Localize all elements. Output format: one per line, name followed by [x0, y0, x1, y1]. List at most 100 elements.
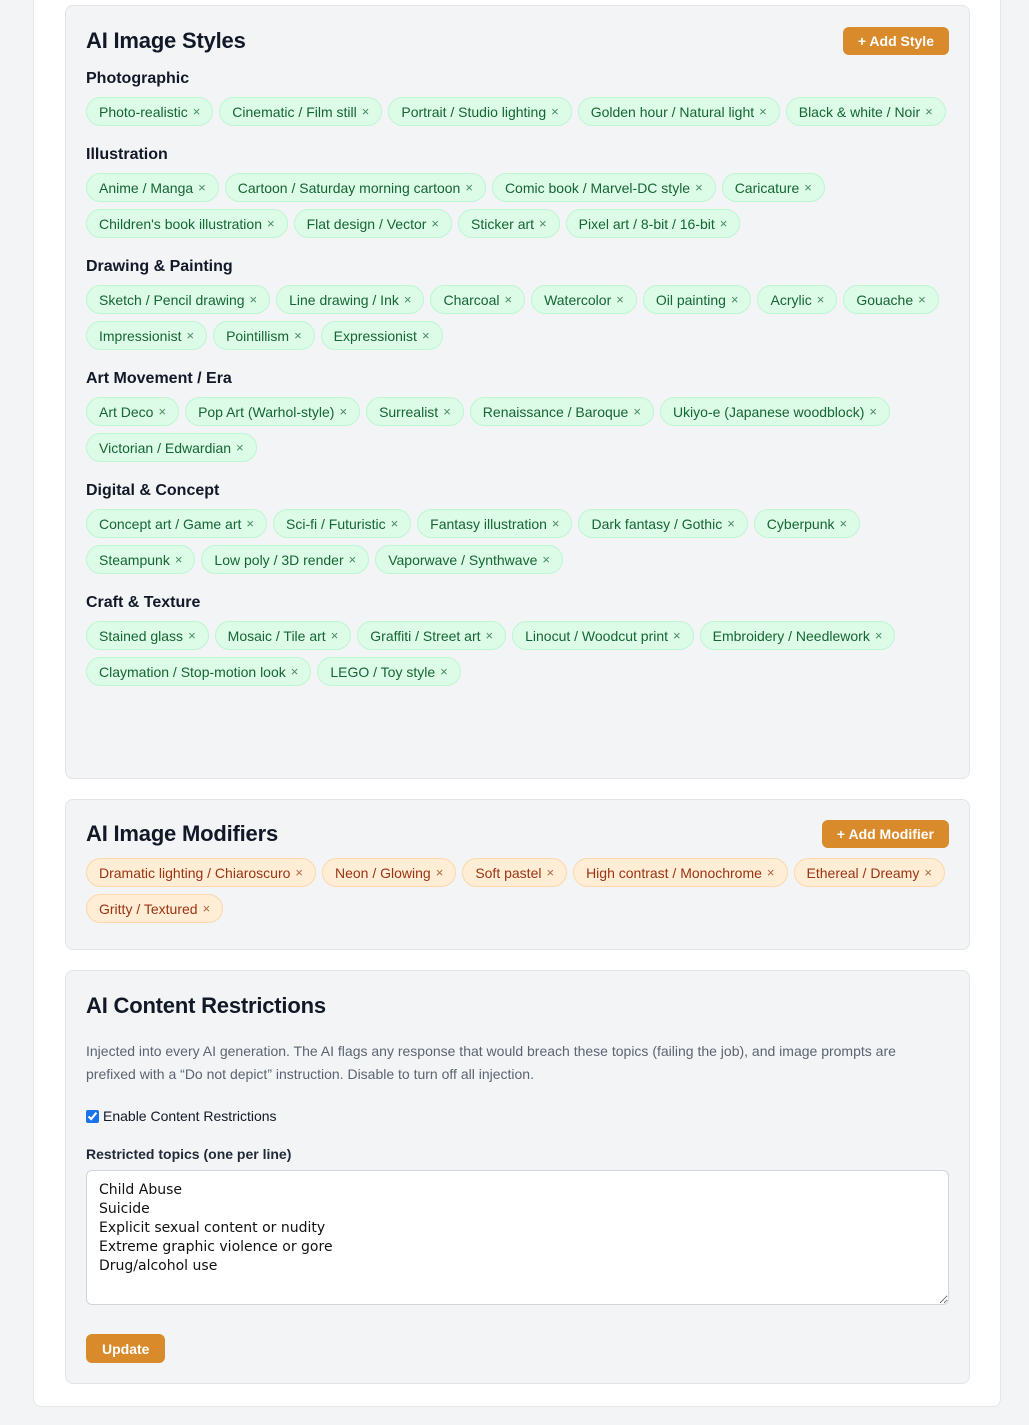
- remove-style-icon[interactable]: ×: [331, 628, 339, 643]
- style-tag: Renaissance / Baroque ×: [469, 397, 654, 426]
- remove-style-icon[interactable]: ×: [339, 404, 347, 419]
- add-style-button[interactable]: + Add Style: [842, 27, 949, 55]
- remove-style-icon[interactable]: ×: [539, 216, 547, 231]
- modifier-tag: Ethereal / Dreamy ×: [793, 858, 945, 887]
- remove-style-icon[interactable]: ×: [504, 292, 512, 307]
- style-tag-list: Anime / Manga × Cartoon / Saturday morning…: [86, 173, 949, 244]
- remove-style-icon[interactable]: ×: [236, 440, 244, 455]
- remove-style-icon[interactable]: ×: [875, 628, 883, 643]
- style-group: Craft & Texture Stained glass × Mosaic / Ti…: [86, 592, 949, 692]
- remove-style-icon[interactable]: ×: [443, 404, 451, 419]
- style-tag: Sticker art ×: [458, 209, 560, 238]
- remove-style-icon[interactable]: ×: [552, 516, 560, 531]
- remove-style-icon[interactable]: ×: [404, 292, 412, 307]
- remove-style-icon[interactable]: ×: [391, 516, 399, 531]
- remove-style-icon[interactable]: ×: [486, 628, 494, 643]
- restricted-topics-textarea[interactable]: [86, 1170, 949, 1305]
- remove-style-icon[interactable]: ×: [551, 104, 559, 119]
- enable-restrictions-checkbox[interactable]: [86, 1109, 99, 1123]
- style-tag: Concept art / Game art ×: [86, 509, 267, 538]
- style-tag-label: Graffiti / Street art: [370, 627, 481, 644]
- remove-style-icon[interactable]: ×: [267, 216, 275, 231]
- remove-style-icon[interactable]: ×: [440, 664, 448, 679]
- remove-style-icon[interactable]: ×: [918, 292, 926, 307]
- remove-style-icon[interactable]: ×: [695, 180, 703, 195]
- remove-style-icon[interactable]: ×: [158, 404, 166, 419]
- style-tag: Oil painting ×: [642, 285, 752, 314]
- remove-style-icon[interactable]: ×: [246, 516, 254, 531]
- remove-style-icon[interactable]: ×: [431, 216, 439, 231]
- style-tag-label: Mosaic / Tile art: [227, 627, 326, 644]
- remove-style-icon[interactable]: ×: [349, 552, 357, 567]
- remove-style-icon[interactable]: ×: [731, 292, 739, 307]
- remove-style-icon[interactable]: ×: [186, 328, 194, 343]
- remove-modifier-icon[interactable]: ×: [436, 865, 444, 880]
- remove-style-icon[interactable]: ×: [817, 292, 825, 307]
- remove-modifier-icon[interactable]: ×: [295, 865, 303, 880]
- style-group-title: Craft & Texture: [86, 594, 201, 611]
- remove-style-icon[interactable]: ×: [727, 516, 735, 531]
- remove-style-icon[interactable]: ×: [294, 328, 302, 343]
- style-tag-label: Vaporwave / Synthwave: [388, 551, 538, 568]
- style-tag: Claymation / Stop-motion look ×: [86, 657, 312, 686]
- remove-style-icon[interactable]: ×: [198, 180, 206, 195]
- add-modifier-button[interactable]: + Add Modifier: [821, 820, 949, 848]
- remove-style-icon[interactable]: ×: [188, 628, 196, 643]
- remove-style-icon[interactable]: ×: [720, 216, 728, 231]
- enable-restrictions-row[interactable]: Enable Content Restrictions: [86, 1106, 949, 1126]
- style-tag: Sci-fi / Futuristic ×: [273, 509, 412, 538]
- style-tag: Sketch / Pencil drawing ×: [86, 285, 271, 314]
- style-tag-label: Watercolor: [544, 291, 612, 308]
- remove-style-icon[interactable]: ×: [633, 404, 641, 419]
- remove-style-icon[interactable]: ×: [673, 628, 681, 643]
- style-tag-label: Dark fantasy / Gothic: [591, 515, 723, 532]
- remove-style-icon[interactable]: ×: [291, 664, 299, 679]
- image-modifiers-header: AI Image Modifiers + Add Modifier: [86, 820, 949, 848]
- remove-style-icon[interactable]: ×: [759, 104, 767, 119]
- style-tag: Acrylic ×: [757, 285, 838, 314]
- remove-style-icon[interactable]: ×: [465, 180, 473, 195]
- style-tag-label: Charcoal: [443, 291, 500, 308]
- remove-style-icon[interactable]: ×: [250, 292, 258, 307]
- style-tag-label: Sticker art: [471, 215, 535, 232]
- style-tag-label: Black & white / Noir: [798, 103, 921, 120]
- remove-style-icon[interactable]: ×: [193, 104, 201, 119]
- style-tag-label: Claymation / Stop-motion look: [99, 663, 286, 680]
- style-tag-label: Embroidery / Needlework: [712, 627, 870, 644]
- style-tag-label: Photo-realistic: [99, 103, 188, 120]
- style-group-title: Drawing & Painting: [86, 258, 233, 275]
- style-tag: Vaporwave / Synthwave ×: [375, 545, 563, 574]
- remove-modifier-icon[interactable]: ×: [924, 865, 932, 880]
- style-tag: Portrait / Studio lighting ×: [388, 97, 572, 126]
- remove-modifier-icon[interactable]: ×: [546, 865, 554, 880]
- style-group: Digital & Concept Concept art / Game art ×…: [86, 480, 949, 580]
- style-tag: Charcoal ×: [430, 285, 526, 314]
- style-tag-label: Caricature: [734, 179, 800, 196]
- style-tag-list: Art Deco × Pop Art (Warhol-style) × Surreali…: [86, 397, 949, 468]
- remove-modifier-icon[interactable]: ×: [203, 901, 211, 916]
- remove-style-icon[interactable]: ×: [804, 180, 812, 195]
- remove-modifier-icon[interactable]: ×: [767, 865, 775, 880]
- style-tag: Expressionist ×: [320, 321, 443, 350]
- style-tag: Embroidery / Needlework ×: [699, 621, 896, 650]
- style-tag-label: LEGO / Toy style: [330, 663, 436, 680]
- style-tag-label: Art Deco: [99, 403, 154, 420]
- style-group: Art Movement / Era Art Deco × Pop Art (Warh…: [86, 368, 949, 468]
- content-restrictions-title: AI Content Restrictions: [86, 993, 326, 1018]
- remove-style-icon[interactable]: ×: [542, 552, 550, 567]
- remove-style-icon[interactable]: ×: [362, 104, 370, 119]
- style-tag: Golden hour / Natural light ×: [577, 97, 780, 126]
- style-tag-label: Flat design / Vector: [306, 215, 427, 232]
- style-tag-label: Acrylic: [770, 291, 812, 308]
- remove-style-icon[interactable]: ×: [422, 328, 430, 343]
- remove-style-icon[interactable]: ×: [175, 552, 183, 567]
- remove-style-icon[interactable]: ×: [869, 404, 877, 419]
- style-tag: Pop Art (Warhol-style) ×: [185, 397, 361, 426]
- restricted-topics-label: Restricted topics (one per line): [86, 1146, 292, 1162]
- remove-style-icon[interactable]: ×: [616, 292, 624, 307]
- modifier-tag-list: Dramatic lighting / Chiaroscuro × Neon / G…: [86, 858, 949, 929]
- update-button[interactable]: Update: [86, 1334, 166, 1363]
- remove-style-icon[interactable]: ×: [925, 104, 933, 119]
- remove-style-icon[interactable]: ×: [840, 516, 848, 531]
- modifier-tag-label: High contrast / Monochrome: [586, 864, 762, 881]
